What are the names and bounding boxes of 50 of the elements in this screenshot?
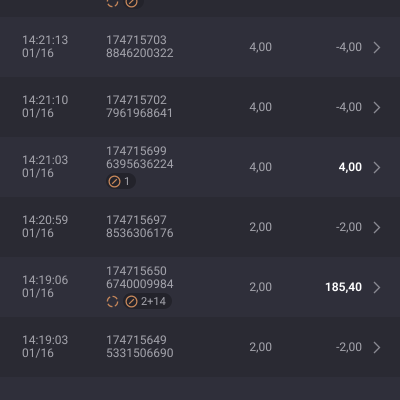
chevron-right-icon[interactable]	[373, 41, 381, 54]
list-row[interactable]: 14:21:13 01/16 174715703 8846200322 4,00 -4,00	[0, 17, 400, 77]
round-id-text: 174715702	[106, 94, 168, 107]
stake-amount: 4,00	[248, 40, 272, 54]
chevron-right-icon[interactable]	[373, 221, 381, 234]
result-amount: -4,00	[336, 40, 362, 54]
date-text: 01/16	[22, 227, 55, 240]
result-amount: -2,00	[336, 340, 362, 354]
date-text: 01/16	[22, 107, 55, 120]
bonus-badge: 1	[106, 173, 136, 189]
result-amount: -4,00	[336, 100, 362, 114]
round-id-text: 6740009984	[106, 278, 174, 291]
chevron-right-icon[interactable]	[373, 341, 381, 354]
round-id-text: 8536306176	[106, 227, 174, 240]
date-text: 01/16	[22, 167, 55, 180]
result-amount: -2,00	[336, 220, 362, 234]
round-id-text: 7961968641	[106, 107, 174, 120]
round-id-text: 174715650	[106, 265, 168, 278]
bonus-badge: 2+14	[123, 293, 172, 309]
time-text: 14:19:03	[22, 334, 70, 347]
round-id-text: 174715649	[106, 334, 168, 347]
coin-icon	[125, 294, 138, 308]
list-row[interactable]: 14:21:03 01/16 174715699 6395636224 1 4,00 4,00	[0, 137, 400, 197]
time-text: 14:19:06	[22, 274, 70, 287]
date-text: 01/16	[22, 347, 55, 360]
spinner-icon	[106, 294, 119, 308]
round-id-text: 174715699	[106, 145, 168, 158]
list-row[interactable]: 14:19:06 01/16 174715650 6740009984 2+14 2,00 185,40	[0, 257, 400, 317]
round-id-text: 174715703	[106, 34, 168, 47]
round-id-text: 6395636224	[106, 158, 174, 171]
date-text: 01/16	[22, 287, 55, 300]
chevron-right-icon[interactable]	[373, 101, 381, 114]
round-id-text: 5331506690	[106, 347, 174, 360]
round-id-text: 8846200322	[106, 47, 174, 60]
result-amount: 4,00	[338, 160, 362, 174]
coin-icon	[108, 174, 121, 188]
date-text: 01/16	[22, 47, 55, 60]
time-text: 14:21:13	[22, 34, 70, 47]
stake-amount: 2,00	[248, 220, 272, 234]
chevron-right-icon[interactable]	[373, 281, 381, 294]
time-text: 14:21:03	[22, 154, 70, 167]
time-text: 14:21:10	[22, 94, 70, 107]
time-text: 14:20:59	[22, 214, 70, 227]
stake-amount: 2,00	[248, 340, 272, 354]
stake-amount: 4,00	[248, 100, 272, 114]
chevron-right-icon[interactable]	[373, 161, 381, 174]
stake-amount: 2,00	[248, 280, 272, 294]
result-amount: 185,40	[324, 280, 362, 294]
stake-amount: 4,00	[248, 160, 272, 174]
round-id-text: 174715697	[106, 214, 168, 227]
